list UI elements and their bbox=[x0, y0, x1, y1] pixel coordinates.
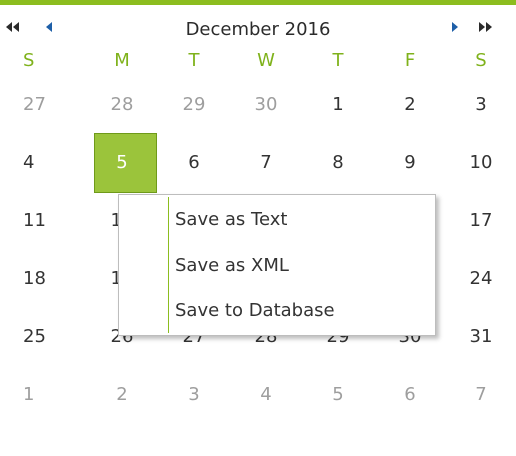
week-row: 4 5 6 7 8 9 10 bbox=[0, 133, 516, 193]
menu-item-save-as-text[interactable]: Save as Text bbox=[175, 205, 287, 235]
context-menu: Save as Text Save as XML Save to Databas… bbox=[118, 194, 436, 336]
date-label: 17 bbox=[469, 209, 493, 231]
calendar: December 2016 S M T W T F S 27 28 29 30 1 2 3 4… bbox=[0, 0, 516, 456]
date-cell[interactable]: 7 bbox=[230, 133, 302, 191]
date-label: 2 bbox=[116, 383, 128, 405]
month-title[interactable]: December 2016 bbox=[0, 19, 516, 40]
date-label: 1 bbox=[23, 383, 35, 405]
date-label: 7 bbox=[475, 383, 487, 405]
date-label: 5 bbox=[332, 383, 344, 405]
date-label: 25 bbox=[23, 325, 46, 347]
date-label: 5 bbox=[116, 151, 128, 173]
date-cell[interactable]: 11 bbox=[0, 191, 86, 249]
day-name: T bbox=[188, 49, 200, 71]
date-cell[interactable]: 1 bbox=[0, 365, 86, 423]
date-label: 8 bbox=[332, 151, 344, 173]
day-names-row: S M T W T F S bbox=[0, 45, 516, 75]
date-cell[interactable]: 7 bbox=[446, 365, 516, 423]
date-cell[interactable]: 10 bbox=[446, 133, 516, 191]
week-row: 27 28 29 30 1 2 3 bbox=[0, 75, 516, 133]
date-cell[interactable]: 2 bbox=[86, 365, 158, 423]
date-label: 10 bbox=[469, 151, 493, 173]
date-cell[interactable]: 4 bbox=[230, 365, 302, 423]
date-label: 6 bbox=[188, 151, 200, 173]
day-name: F bbox=[404, 49, 416, 71]
day-name: S bbox=[475, 49, 487, 71]
day-name: M bbox=[114, 49, 130, 71]
date-cell[interactable]: 18 bbox=[0, 249, 86, 307]
date-label: 1 bbox=[332, 93, 344, 115]
day-name: T bbox=[332, 49, 344, 71]
date-label: 4 bbox=[260, 383, 272, 405]
date-label: 3 bbox=[188, 383, 200, 405]
week-row: 1 2 3 4 5 6 7 bbox=[0, 365, 516, 423]
date-cell[interactable]: 1 bbox=[302, 75, 374, 133]
date-label: 27 bbox=[23, 93, 46, 115]
right-arrow-icon[interactable] bbox=[450, 16, 460, 38]
day-name: S bbox=[23, 49, 35, 71]
date-cell[interactable]: 29 bbox=[158, 75, 230, 133]
date-cell[interactable]: 27 bbox=[0, 75, 86, 133]
date-cell[interactable]: 24 bbox=[446, 249, 516, 307]
menu-item-save-to-database[interactable]: Save to Database bbox=[175, 296, 335, 326]
day-name: W bbox=[257, 49, 275, 71]
date-cell[interactable]: 17 bbox=[446, 191, 516, 249]
date-cell[interactable]: 3 bbox=[158, 365, 230, 423]
date-label: 24 bbox=[469, 267, 493, 289]
date-label: 7 bbox=[260, 151, 272, 173]
date-label: 2 bbox=[404, 93, 416, 115]
date-label: 4 bbox=[23, 151, 35, 173]
date-cell[interactable]: 4 bbox=[0, 133, 86, 191]
date-label: 11 bbox=[23, 209, 46, 231]
date-cell[interactable]: 31 bbox=[446, 307, 516, 365]
date-label: 6 bbox=[404, 383, 416, 405]
date-cell[interactable]: 6 bbox=[374, 365, 446, 423]
date-cell[interactable]: 28 bbox=[86, 75, 158, 133]
double-right-arrow-icon[interactable] bbox=[476, 16, 496, 38]
date-label: 31 bbox=[469, 325, 493, 347]
date-label: 28 bbox=[110, 93, 134, 115]
date-cell[interactable]: 3 bbox=[446, 75, 516, 133]
date-label: 30 bbox=[254, 93, 278, 115]
date-cell[interactable]: 5 bbox=[302, 365, 374, 423]
date-cell[interactable]: 8 bbox=[302, 133, 374, 191]
menu-gutter-divider bbox=[168, 197, 169, 333]
date-label: 9 bbox=[404, 151, 416, 173]
date-cell[interactable]: 6 bbox=[158, 133, 230, 191]
date-label: 3 bbox=[475, 93, 487, 115]
date-cell[interactable]: 9 bbox=[374, 133, 446, 191]
calendar-header: December 2016 bbox=[0, 5, 516, 45]
date-cell[interactable]: 2 bbox=[374, 75, 446, 133]
selected-date-cell[interactable]: 5 bbox=[86, 133, 158, 193]
date-cell[interactable]: 25 bbox=[0, 307, 86, 365]
date-label: 29 bbox=[182, 93, 206, 115]
date-cell[interactable]: 30 bbox=[230, 75, 302, 133]
menu-item-save-as-xml[interactable]: Save as XML bbox=[175, 251, 289, 281]
date-label: 18 bbox=[23, 267, 46, 289]
